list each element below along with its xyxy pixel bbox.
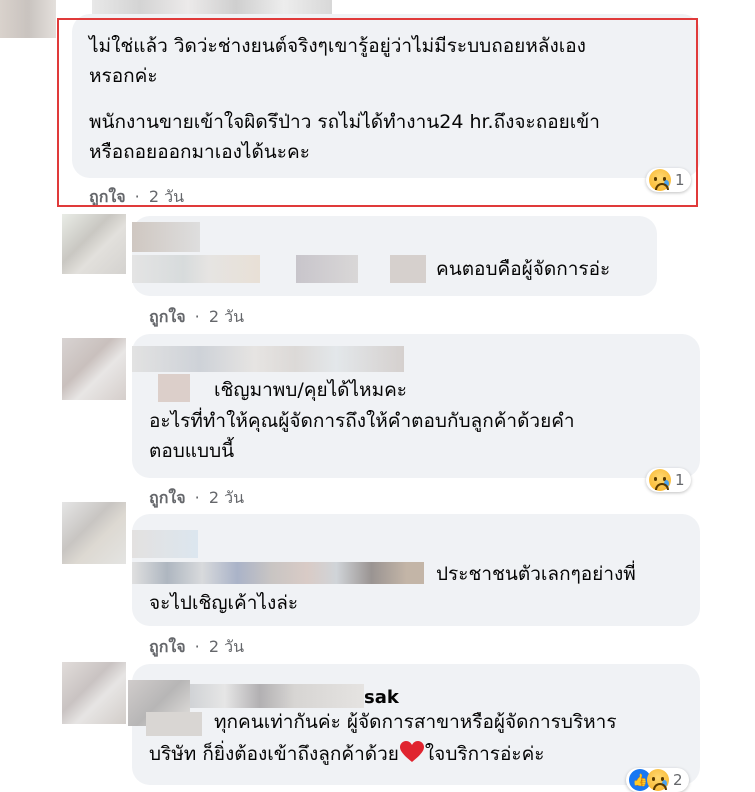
comment-2-line-1: คนตอบคือผู้จัดการอ่ะ bbox=[436, 258, 611, 280]
like-link[interactable]: ถูกใจ bbox=[149, 637, 186, 656]
comment-3-line-1: เชิญมาพบ/คุยได้ไหมคะ bbox=[214, 379, 408, 401]
avatar-blurred bbox=[62, 662, 126, 724]
comment-5-line-2-row: บริษัท ก็ยิ่งต้องเข้าถึงลูกค้าด้วย ใจบริก… bbox=[149, 740, 545, 768]
comment-5-line-1: ทุกคนเท่ากันค่ะ ผู้จัดการสาขาหรือผู้จัดก… bbox=[214, 711, 617, 733]
timestamp[interactable]: 2 วัน bbox=[209, 488, 244, 507]
mention-blurred bbox=[132, 562, 424, 584]
author-name-blurred bbox=[132, 222, 200, 252]
timestamp[interactable]: 2 วัน bbox=[209, 637, 244, 656]
heart-emoji-icon bbox=[399, 740, 425, 764]
comment-5-line-3: ใจบริการอ่ะค่ะ bbox=[424, 743, 545, 765]
reaction-count: 2 bbox=[673, 771, 683, 789]
like-link[interactable]: ถูกใจ bbox=[149, 307, 186, 326]
like-link[interactable]: ถูกใจ bbox=[149, 488, 186, 507]
comment-4-line-1: ประชาชนตัวเลกๆอย่างพี่ bbox=[436, 563, 636, 585]
comment-5-line-2: บริษัท ก็ยิ่งต้องเข้าถึงลูกค้าด้วย bbox=[149, 743, 399, 765]
author-name-blurred bbox=[132, 255, 260, 283]
reaction-badge-3[interactable]: 1 bbox=[646, 468, 691, 492]
author-name-blurred bbox=[132, 530, 198, 558]
mention-blurred bbox=[296, 255, 358, 283]
comment-actions-4: ถูกใจ · 2 วัน bbox=[149, 635, 244, 660]
mention-blurred bbox=[146, 712, 202, 736]
avatar-blurred bbox=[0, 0, 56, 38]
avatar-blurred bbox=[62, 502, 126, 564]
separator: · bbox=[194, 637, 200, 656]
sad-reaction-icon bbox=[647, 769, 669, 791]
mention-blurred bbox=[158, 374, 190, 402]
author-fragment[interactable]: sak bbox=[364, 684, 399, 711]
sad-reaction-icon bbox=[649, 469, 671, 491]
comment-actions-3: ถูกใจ · 2 วัน bbox=[149, 486, 244, 511]
avatar-blurred bbox=[62, 214, 126, 274]
author-name-blurred bbox=[132, 346, 404, 372]
mention-blurred bbox=[390, 255, 426, 283]
reaction-count: 1 bbox=[675, 471, 685, 489]
comment-3-line-2: อะไรที่ทำให้คุณผู้จัดการถึงให้คำตอบกับลู… bbox=[149, 410, 575, 432]
avatar-blurred bbox=[62, 338, 126, 400]
reaction-badge-5[interactable]: 👍 2 bbox=[626, 768, 689, 792]
highlight-box bbox=[57, 18, 698, 207]
comment-actions-2: ถูกใจ · 2 วัน bbox=[149, 305, 244, 330]
timestamp[interactable]: 2 วัน bbox=[209, 307, 244, 326]
comment-3-line-3: ตอบแบบนี้ bbox=[149, 440, 235, 462]
separator: · bbox=[194, 307, 200, 326]
separator: · bbox=[194, 488, 200, 507]
comment-4-line-2: จะไปเชิญเค้าไงล่ะ bbox=[149, 592, 299, 614]
